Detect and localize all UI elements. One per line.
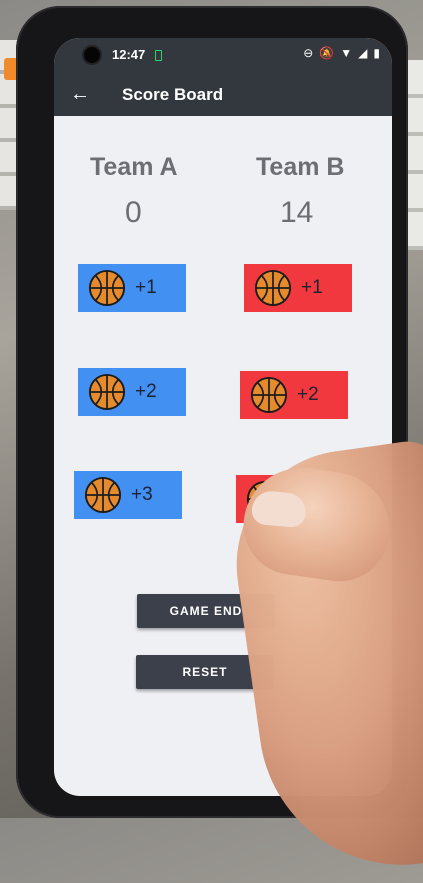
basketball-icon [88,269,126,307]
team-b-plus-1-label: +1 [301,277,323,298]
team-a-plus-3-label: +3 [131,484,153,505]
signal-icon: ◢ [358,46,368,60]
team-a-name: Team A [90,153,178,181]
front-camera [84,47,100,63]
basketball-icon [88,373,126,411]
team-a-plus-1-button[interactable]: +1 [78,264,186,312]
team-a-plus-3-button[interactable]: +3 [74,471,182,519]
team-b-plus-2-label: +2 [297,384,319,405]
wifi-icon: ▼ [340,46,353,60]
status-time: 12:47 [112,47,146,62]
basketball-icon [254,269,292,307]
bell-off-icon: 🔕 [319,46,335,60]
team-a-score: 0 [125,196,142,229]
team-b-score: 14 [280,196,314,229]
team-b-name: Team B [256,153,345,181]
page-title: Score Board [122,85,224,104]
team-a-plus-1-label: +1 [135,277,157,298]
basketball-icon [250,376,288,414]
team-b-plus-1-button[interactable]: +1 [244,264,352,312]
charging-icon [155,50,162,61]
basketball-icon [84,476,122,514]
dnd-icon: ⊖ [303,46,314,60]
team-a-plus-2-button[interactable]: +2 [78,368,186,416]
team-a-plus-2-label: +2 [135,381,157,402]
app-bar: ← Score Board [54,72,392,116]
back-arrow-icon[interactable]: ← [70,82,90,106]
status-icons: ⊖ 🔕 ▼ ◢ ▮ [303,46,380,60]
status-bar: 12:47 ⊖ 🔕 ▼ ◢ ▮ [54,38,392,72]
battery-icon: ▮ [373,46,380,60]
team-b-plus-2-button[interactable]: +2 [240,371,348,419]
